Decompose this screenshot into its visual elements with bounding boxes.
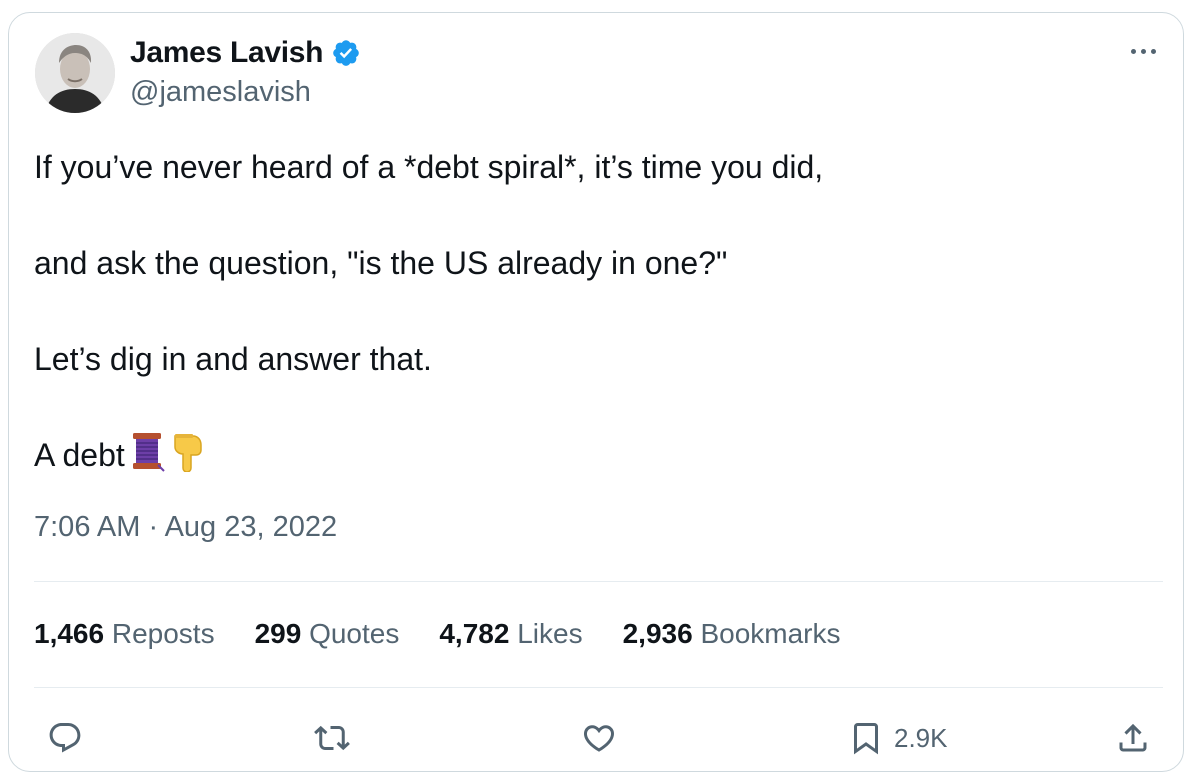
tweet-paragraph: If you’ve never heard of a *debt spiral*… <box>34 149 824 185</box>
like-icon <box>583 725 615 752</box>
bookmark-count: 2.9K <box>894 722 948 753</box>
tweet-text: If you’ve never heard of a *debt spiral*… <box>34 143 1154 485</box>
reposts-stat[interactable]: 1,466 Reposts <box>34 618 215 650</box>
bookmark-button[interactable]: 2.9K <box>848 713 948 763</box>
pointing-down-hand-icon <box>171 432 205 485</box>
bookmark-icon <box>854 723 878 755</box>
reposts-label: Reposts <box>111 618 215 649</box>
action-bar: 2.9K <box>9 713 1183 763</box>
bookmarks-stat[interactable]: 2,936 Bookmarks <box>623 618 841 650</box>
spool-of-thread-icon <box>131 432 165 485</box>
verified-badge-icon <box>333 40 359 66</box>
tweet-paragraph-last: A debt <box>34 431 1154 485</box>
quotes-label: Quotes <box>309 618 400 649</box>
likes-stat[interactable]: 4,782 Likes <box>439 618 582 650</box>
tweet-paragraph: Let’s dig in and answer that. <box>34 341 432 377</box>
repost-button[interactable] <box>314 713 350 763</box>
reply-icon <box>49 723 81 753</box>
author-name-row: James Lavish <box>130 36 361 70</box>
quotes-stat[interactable]: 299 Quotes <box>255 618 400 650</box>
likes-count: 4,782 <box>439 618 510 649</box>
likes-label: Likes <box>517 618 583 649</box>
more-options-icon[interactable] <box>1123 39 1163 63</box>
bookmarks-label: Bookmarks <box>700 618 841 649</box>
share-button[interactable] <box>1115 713 1151 763</box>
share-icon <box>1119 723 1147 752</box>
author-handle[interactable]: @jameslavish <box>130 76 311 109</box>
quotes-count: 299 <box>254 618 302 649</box>
engagement-stats: 1,466 Reposts 299 Quotes 4,782 Likes 2,9… <box>34 618 841 650</box>
display-name[interactable]: James Lavish <box>130 36 323 70</box>
reposts-count: 1,466 <box>34 618 105 649</box>
tweet-timestamp[interactable]: 7:06 AM · Aug 23, 2022 <box>34 511 337 544</box>
reply-button[interactable] <box>47 713 83 763</box>
bookmarks-count: 2,936 <box>622 618 693 649</box>
repost-icon <box>314 725 350 751</box>
tweet-paragraph-text: A debt <box>34 437 125 473</box>
like-button[interactable] <box>581 713 617 763</box>
divider <box>34 581 1163 582</box>
avatar[interactable] <box>35 33 115 113</box>
tweet-card: James Lavish @jameslavish If you’ve neve… <box>8 12 1184 772</box>
divider <box>34 687 1163 688</box>
tweet-paragraph: and ask the question, "is the US already… <box>34 245 728 281</box>
